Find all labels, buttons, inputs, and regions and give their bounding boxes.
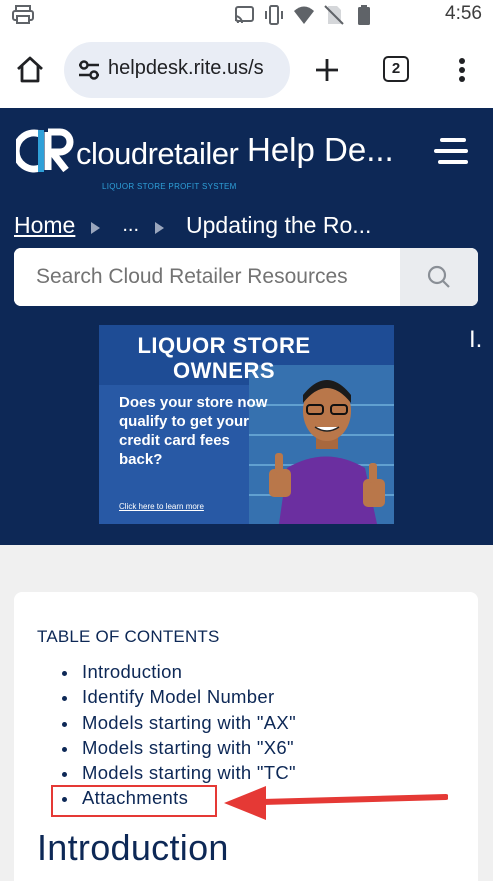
ad-cta-link[interactable]: Click here to learn more — [119, 502, 204, 511]
site-settings-icon[interactable] — [78, 60, 100, 80]
no-sim-icon — [323, 4, 345, 26]
battery-icon — [353, 4, 375, 26]
ad-banner[interactable]: LIQUOR STORE OWNERS Does your store now … — [99, 325, 394, 524]
person-thumbs-up-image — [269, 380, 385, 524]
address-bar[interactable]: helpdesk.rite.us/s — [64, 42, 290, 98]
url-text[interactable]: helpdesk.rite.us/s — [108, 57, 282, 80]
toc-title: TABLE OF CONTENTS — [37, 627, 220, 646]
search-input[interactable] — [14, 248, 400, 306]
printer-icon — [12, 5, 34, 24]
breadcrumb: Home ... Updating the Ro... — [14, 210, 386, 240]
ad-body: Does your store now qualify to get your … — [119, 394, 268, 468]
site-header: cloudretailer LIQUOR STORE PROFIT SYSTEM… — [0, 108, 493, 545]
new-tab-icon[interactable] — [311, 54, 343, 86]
breadcrumb-home-link[interactable]: Home — [14, 212, 75, 239]
search-button[interactable] — [400, 248, 478, 306]
breadcrumb-separator-icon — [91, 222, 101, 234]
cloudretailer-logo[interactable]: cloudretailer LIQUOR STORE PROFIT SYSTEM — [16, 122, 239, 194]
home-icon[interactable] — [14, 54, 46, 86]
red-arrow-annotation — [224, 786, 448, 820]
status-bar: 4:56 — [0, 0, 493, 32]
ad-headline-line-1: LIQUOR STORE — [137, 333, 311, 358]
hamburger-menu-icon[interactable] — [434, 138, 470, 166]
cr-logo-mark — [16, 128, 74, 173]
section-heading: Introduction — [37, 827, 229, 868]
search-box — [14, 248, 478, 306]
browser-toolbar: helpdesk.rite.us/s 2 — [0, 32, 493, 108]
more-vert-icon[interactable] — [450, 54, 474, 86]
wifi-icon — [293, 4, 315, 26]
breadcrumb-current: Updating the Ro... — [186, 211, 372, 238]
search-icon — [427, 265, 450, 288]
tabs-icon[interactable]: 2 — [383, 56, 409, 82]
brand-name: cloudretailer — [76, 136, 239, 171]
brand-tagline: LIQUOR STORE PROFIT SYSTEM — [102, 182, 237, 191]
site-title: Help De... — [247, 131, 394, 168]
clock: 4:56 — [445, 3, 482, 24]
vibrate-icon — [263, 4, 285, 26]
attachments-highlight-box — [51, 785, 217, 817]
breadcrumb-separator-icon — [155, 222, 165, 234]
side-mark: I. — [469, 326, 483, 353]
breadcrumb-ellipsis[interactable]: ... — [122, 214, 139, 237]
cast-icon — [233, 4, 255, 26]
